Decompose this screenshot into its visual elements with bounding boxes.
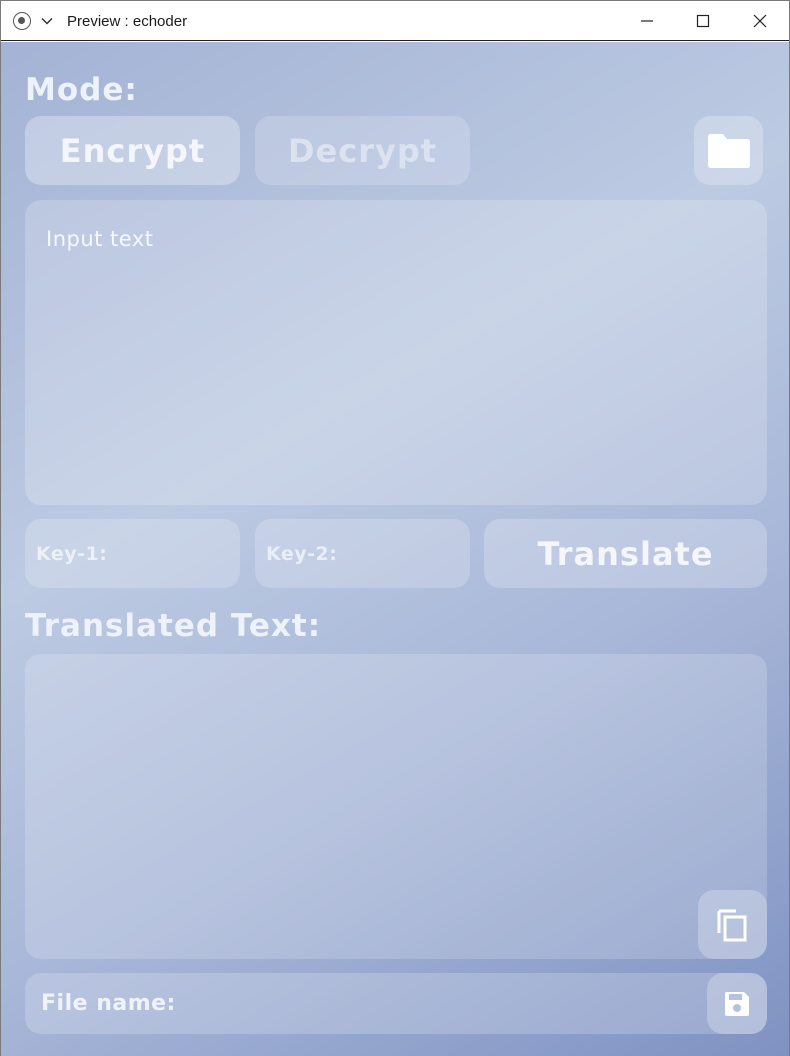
input-placeholder: Input text <box>46 227 154 251</box>
close-icon <box>753 14 767 28</box>
mode-label: Mode: <box>25 72 138 108</box>
save-icon <box>725 992 749 1016</box>
encrypt-button-label: Encrypt <box>59 131 206 170</box>
key-1-label: Key-1: <box>36 543 108 565</box>
title-bar[interactable]: Preview : echoder <box>1 1 789 41</box>
translate-button-label: Translate <box>537 534 714 573</box>
copy-button[interactable] <box>698 890 767 959</box>
chevron-down-icon[interactable] <box>40 13 54 27</box>
window-title: Preview : echoder <box>67 13 188 30</box>
close-button[interactable] <box>732 1 788 41</box>
file-name-label: File name: <box>41 991 176 1016</box>
minimize-icon <box>641 20 653 22</box>
app-content: Mode: Encrypt Decrypt Input text Key-1: … <box>1 42 789 1056</box>
key-1-field[interactable]: Key-1: <box>25 519 240 588</box>
decrypt-button[interactable]: Decrypt <box>255 116 470 185</box>
encrypt-button[interactable]: Encrypt <box>25 116 240 185</box>
key-2-label: Key-2: <box>266 543 338 565</box>
folder-icon <box>708 134 750 168</box>
decrypt-button-label: Decrypt <box>287 131 438 170</box>
minimize-button[interactable] <box>619 1 675 41</box>
open-file-button[interactable] <box>694 116 763 185</box>
file-name-field[interactable]: File name: <box>25 973 767 1034</box>
translated-text-area[interactable] <box>25 654 767 959</box>
save-button[interactable] <box>707 973 767 1034</box>
input-text-area[interactable]: Input text <box>25 200 767 505</box>
app-window: Preview : echoder Mode: Encrypt Decrypt … <box>0 0 790 1056</box>
maximize-icon <box>696 14 710 28</box>
key-2-field[interactable]: Key-2: <box>255 519 470 588</box>
maximize-button[interactable] <box>675 1 731 41</box>
app-icon[interactable] <box>13 12 31 30</box>
translated-text-label: Translated Text: <box>25 608 322 644</box>
copy-icon <box>717 909 747 942</box>
translate-button[interactable]: Translate <box>484 519 767 588</box>
